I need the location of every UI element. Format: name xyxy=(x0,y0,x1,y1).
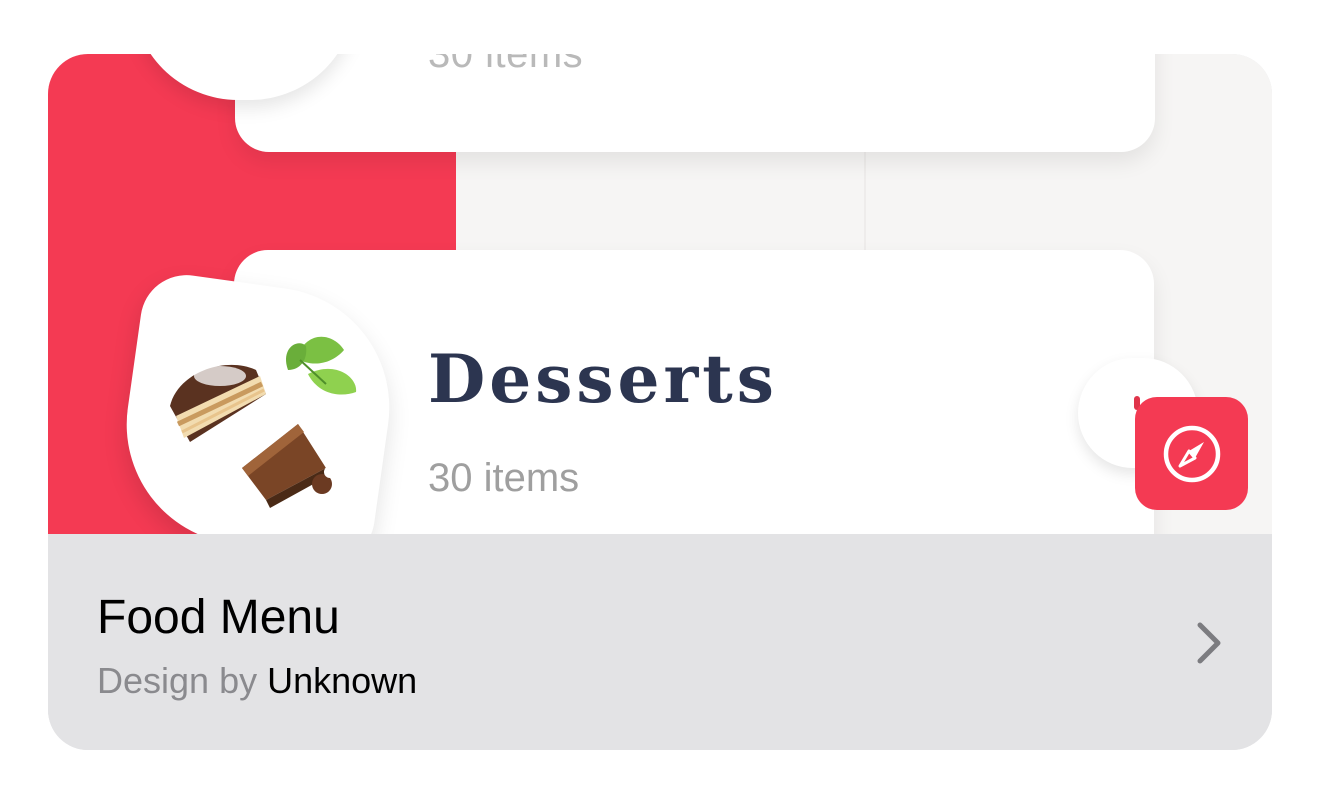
app-title: Food Menu xyxy=(97,591,340,644)
author-name: Unknown xyxy=(267,660,418,701)
dessert-cake-image xyxy=(170,336,357,508)
designer-credit: Design by Unknown xyxy=(97,660,417,702)
app-info-footer[interactable]: Food Menu Design by Unknown xyxy=(48,534,1272,750)
open-in-browser-button[interactable] xyxy=(1135,397,1248,510)
chevron-right-icon[interactable] xyxy=(1194,620,1224,666)
compass-icon xyxy=(1163,425,1220,482)
app-card[interactable]: 30 items Desserts 30 items Food Menu Des… xyxy=(48,54,1272,750)
previous-category-count: 30 items xyxy=(428,54,584,76)
category-title: Desserts xyxy=(428,340,778,418)
app-preview-image: 30 items Desserts 30 items xyxy=(48,54,1272,534)
menu-card-previous xyxy=(235,54,1155,152)
category-item-count: 30 items xyxy=(428,456,580,500)
byline-prefix: Design by xyxy=(97,660,258,701)
